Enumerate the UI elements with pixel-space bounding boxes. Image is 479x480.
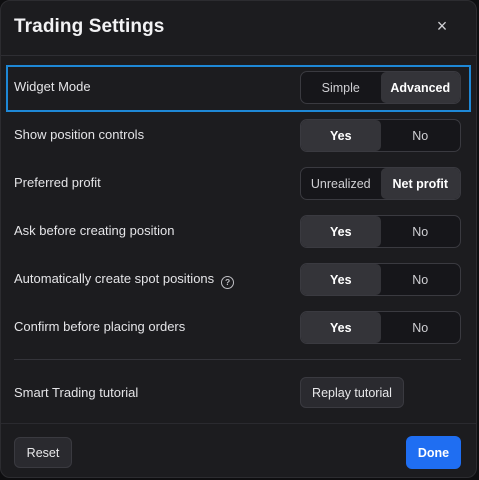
- setting-row-preferred-profit: Preferred profit Unrealized Net profit: [1, 165, 476, 201]
- setting-row-widget-mode: Widget Mode Simple Advanced: [1, 69, 476, 105]
- option-yes[interactable]: Yes: [301, 264, 381, 295]
- tutorial-label: Smart Trading tutorial: [14, 385, 139, 400]
- setting-label: Automatically create spot positions?: [14, 271, 235, 289]
- auto-create-spot-toggle: Yes No: [300, 263, 461, 296]
- reset-button[interactable]: Reset: [14, 437, 72, 468]
- option-no[interactable]: No: [381, 312, 461, 343]
- widget-mode-toggle: Simple Advanced: [300, 71, 461, 104]
- option-no[interactable]: No: [381, 216, 461, 247]
- setting-label: Show position controls: [14, 127, 145, 142]
- setting-row-show-position-controls: Show position controls Yes No: [1, 117, 476, 153]
- replay-tutorial-button[interactable]: Replay tutorial: [300, 377, 404, 408]
- option-net-profit[interactable]: Net profit: [380, 168, 460, 199]
- trading-settings-dialog: Trading Settings × Widget Mode Simple Ad…: [0, 0, 477, 478]
- footer-divider: [1, 423, 476, 424]
- option-no[interactable]: No: [381, 120, 461, 151]
- option-yes[interactable]: Yes: [301, 312, 381, 343]
- preferred-profit-toggle: Unrealized Net profit: [300, 167, 461, 200]
- option-unrealized[interactable]: Unrealized: [301, 168, 381, 199]
- show-position-controls-toggle: Yes No: [300, 119, 461, 152]
- confirm-orders-toggle: Yes No: [300, 311, 461, 344]
- info-icon[interactable]: ?: [221, 276, 235, 289]
- close-icon[interactable]: ×: [432, 16, 452, 36]
- dialog-title: Trading Settings: [14, 16, 165, 37]
- setting-label: Confirm before placing orders: [14, 319, 186, 334]
- option-simple[interactable]: Simple: [301, 72, 381, 103]
- option-no[interactable]: No: [381, 264, 461, 295]
- ask-before-creating-toggle: Yes No: [300, 215, 461, 248]
- done-button[interactable]: Done: [406, 436, 461, 469]
- option-yes[interactable]: Yes: [301, 216, 381, 247]
- setting-label-text: Automatically create spot positions: [14, 271, 215, 286]
- setting-label: Widget Mode: [14, 79, 91, 94]
- setting-row-confirm-orders: Confirm before placing orders Yes No: [1, 309, 476, 345]
- setting-label: Ask before creating position: [14, 223, 175, 238]
- dialog-header: Trading Settings ×: [1, 1, 476, 56]
- setting-label: Preferred profit: [14, 175, 101, 190]
- section-divider: [14, 359, 461, 360]
- setting-row-ask-before-creating: Ask before creating position Yes No: [1, 213, 476, 249]
- setting-row-auto-create-spot: Automatically create spot positions? Yes…: [1, 261, 476, 297]
- setting-row-tutorial: Smart Trading tutorial Replay tutorial: [1, 375, 476, 411]
- option-advanced[interactable]: Advanced: [380, 72, 460, 103]
- option-yes[interactable]: Yes: [301, 120, 381, 151]
